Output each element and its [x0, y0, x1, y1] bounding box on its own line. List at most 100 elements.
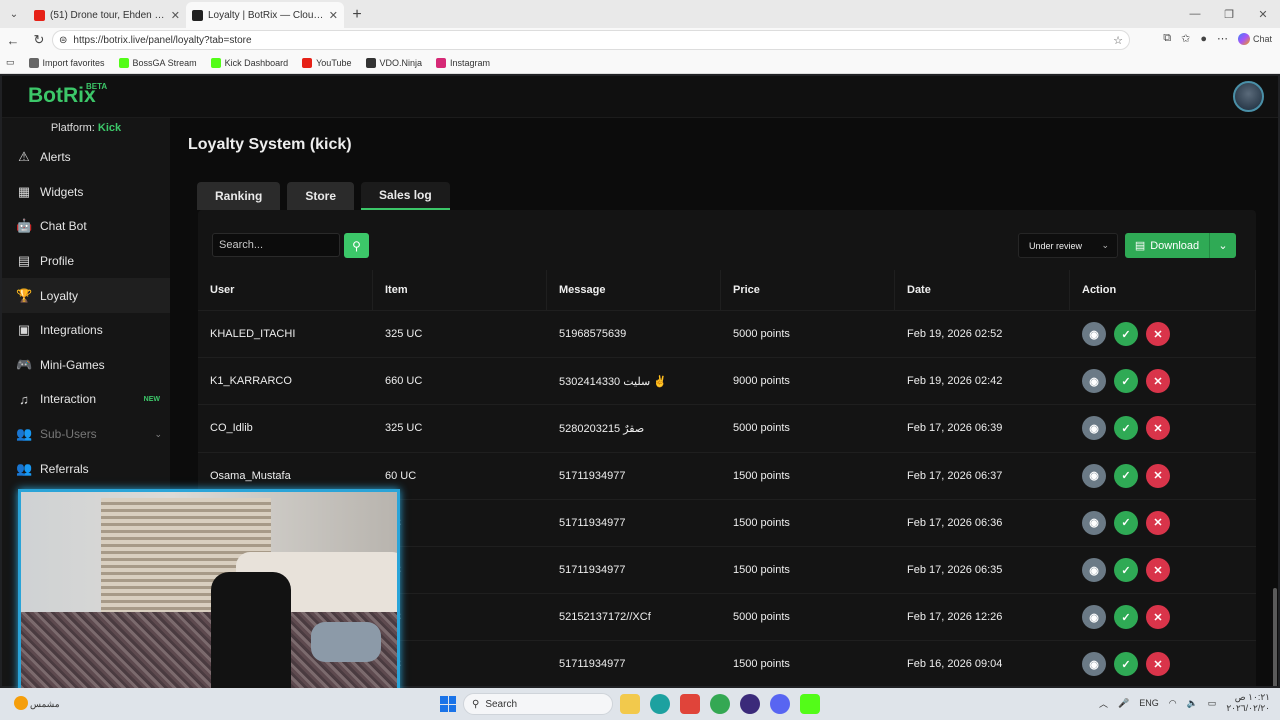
reject-x-icon[interactable]: ✕: [1146, 369, 1170, 394]
taskbar-search[interactable]: ⚲ Search: [463, 693, 613, 715]
edge-icon[interactable]: [650, 694, 670, 714]
cell-message: 51711934977: [559, 516, 626, 529]
sidebar-item-referrals[interactable]: 👥 Referrals: [2, 451, 170, 486]
reject-x-icon[interactable]: ✕: [1146, 605, 1170, 630]
cell-price: 9000 points: [733, 375, 790, 388]
sidebar-item-widgets[interactable]: ▦ Widgets: [2, 175, 170, 210]
download-button[interactable]: ▤ Download: [1125, 233, 1209, 258]
reject-x-icon[interactable]: ✕: [1146, 652, 1170, 677]
chevron-down-icon: ⌄: [154, 428, 162, 439]
sidebar-item-chat-bot[interactable]: 🤖 Chat Bot: [2, 209, 170, 244]
profile-icon[interactable]: ●: [1200, 33, 1207, 45]
status-filter-select[interactable]: Under review ⌄: [1018, 233, 1118, 258]
volume-icon[interactable]: 🔈: [1187, 698, 1198, 709]
kick-icon[interactable]: [800, 694, 820, 714]
app-icon[interactable]: [680, 694, 700, 714]
refresh-icon[interactable]: ↻: [26, 32, 52, 48]
favorites-icon[interactable]: ✩: [1181, 32, 1190, 45]
approve-check-icon[interactable]: ✓: [1114, 322, 1138, 347]
new-tab-button[interactable]: +: [344, 2, 370, 28]
chrome-icon[interactable]: [710, 694, 730, 714]
approve-check-icon[interactable]: ✓: [1114, 510, 1138, 535]
view-eye-icon[interactable]: ◉: [1082, 463, 1106, 488]
windows-taskbar: مشمس ⚲ Search ︿ 🎤 ENG ◠ 🔈 ▭ ١٠:٢١ ص ٢٠٢٦…: [0, 688, 1280, 720]
sidebar-item-label: Referrals: [40, 461, 89, 476]
search-input[interactable]: [212, 233, 340, 257]
copilot-chat-button[interactable]: Chat: [1237, 32, 1272, 45]
view-eye-icon[interactable]: ◉: [1082, 510, 1106, 535]
reject-x-icon[interactable]: ✕: [1146, 558, 1170, 583]
cell-date: Feb 17, 2026 06:35: [907, 564, 1003, 577]
table-row: K1_KARRARCO 660 UC 5302414330 سليت ✌ 9000 p…: [198, 357, 1256, 404]
sidebar-item-profile[interactable]: ▤ Profile: [2, 244, 170, 279]
reject-x-icon[interactable]: ✕: [1146, 510, 1170, 535]
approve-check-icon[interactable]: ✓: [1114, 463, 1138, 488]
back-icon[interactable]: ←: [0, 33, 26, 48]
battery-icon[interactable]: ▭: [1208, 698, 1217, 709]
webcam-pillow: [311, 622, 381, 662]
chevron-up-icon[interactable]: ︿: [1099, 697, 1108, 710]
browser-tab[interactable]: (51) Drone tour, Ehden Lebano ✕: [28, 2, 186, 28]
download-options-button[interactable]: ⌄: [1209, 233, 1236, 258]
reject-x-icon[interactable]: ✕: [1146, 416, 1170, 441]
bookmark-item[interactable]: VDO.Ninja: [365, 57, 422, 68]
approve-check-icon[interactable]: ✓: [1114, 416, 1138, 441]
tab-store[interactable]: Store: [287, 182, 355, 210]
file-explorer-icon[interactable]: [620, 694, 640, 714]
bookmark-item[interactable]: Instagram: [436, 57, 490, 68]
language-indicator[interactable]: ENG: [1139, 698, 1159, 708]
approve-check-icon[interactable]: ✓: [1114, 369, 1138, 394]
windows-start-icon[interactable]: [440, 696, 456, 712]
bookmark-item[interactable]: Kick Dashboard: [210, 57, 288, 68]
browser-tab[interactable]: Loyalty | BotRix — Cloud Streaming ✕: [186, 2, 344, 28]
minimize-icon[interactable]: —: [1178, 0, 1212, 28]
search-button[interactable]: ⚲: [344, 233, 369, 258]
view-eye-icon[interactable]: ◉: [1082, 369, 1106, 394]
microphone-icon[interactable]: 🎤: [1118, 698, 1129, 709]
favorite-star-icon[interactable]: ☆: [1113, 34, 1123, 47]
reading-view-icon[interactable]: ▭: [6, 57, 15, 68]
view-eye-icon[interactable]: ◉: [1082, 416, 1106, 441]
view-eye-icon[interactable]: ◉: [1082, 558, 1106, 583]
view-eye-icon[interactable]: ◉: [1082, 322, 1106, 347]
clock[interactable]: ١٠:٢١ ص ٢٠٢٦/٠٢/٢٠: [1226, 692, 1270, 714]
bookmark-favicon-icon: [365, 57, 376, 68]
approve-check-icon[interactable]: ✓: [1114, 605, 1138, 630]
more-menu-icon[interactable]: ⋯: [1217, 32, 1228, 45]
cell-message: 5280203215 صقرٌ: [559, 422, 645, 435]
sidebar-item-interaction[interactable]: ♫ Interaction NEW: [2, 382, 170, 417]
cell-message: 51711934977: [559, 658, 626, 671]
sidebar-item-loyalty[interactable]: 🏆 Loyalty: [2, 278, 170, 313]
wifi-icon[interactable]: ◠: [1169, 698, 1177, 709]
sidebar-item-mini-games[interactable]: 🎮 Mini-Games: [2, 348, 170, 383]
obs-icon[interactable]: [740, 694, 760, 714]
tab-actions-chevron-icon[interactable]: ⌄: [0, 0, 28, 28]
site-info-icon[interactable]: ⊜: [59, 35, 67, 46]
view-eye-icon[interactable]: ◉: [1082, 652, 1106, 677]
sidebar-item-alerts[interactable]: ⚠ Alerts: [2, 140, 170, 175]
bookmark-item[interactable]: BossGA Stream: [118, 57, 197, 68]
weather-icon[interactable]: [14, 696, 28, 710]
view-eye-icon[interactable]: ◉: [1082, 605, 1106, 630]
reject-x-icon[interactable]: ✕: [1146, 463, 1170, 488]
tab-close-icon[interactable]: ✕: [329, 9, 338, 22]
user-avatar[interactable]: [1233, 81, 1264, 112]
bookmark-item[interactable]: Import favorites: [28, 57, 105, 68]
bookmark-favicon-icon: [302, 57, 313, 68]
tab-close-icon[interactable]: ✕: [171, 9, 180, 22]
tab-sales-log[interactable]: Sales log: [361, 182, 450, 210]
discord-icon[interactable]: [770, 694, 790, 714]
restore-icon[interactable]: ❐: [1212, 0, 1246, 28]
approve-check-icon[interactable]: ✓: [1114, 558, 1138, 583]
close-window-icon[interactable]: ✕: [1246, 0, 1280, 28]
sidebar-item-integrations[interactable]: ▣ Integrations: [2, 313, 170, 348]
url-field[interactable]: ⊜ https://botrix.live/panel/loyalty?tab=…: [52, 30, 1130, 50]
sidebar-item-sub-users[interactable]: 👥 Sub-Users ⌄: [2, 417, 170, 452]
page-scrollbar[interactable]: [1272, 118, 1278, 686]
extensions-icon[interactable]: ⧉: [1163, 32, 1171, 45]
reject-x-icon[interactable]: ✕: [1146, 322, 1170, 347]
tab-ranking[interactable]: Ranking: [197, 182, 281, 210]
approve-check-icon[interactable]: ✓: [1114, 652, 1138, 677]
bookmark-item[interactable]: YouTube: [302, 57, 352, 68]
scrollbar-thumb[interactable]: [1273, 588, 1277, 686]
